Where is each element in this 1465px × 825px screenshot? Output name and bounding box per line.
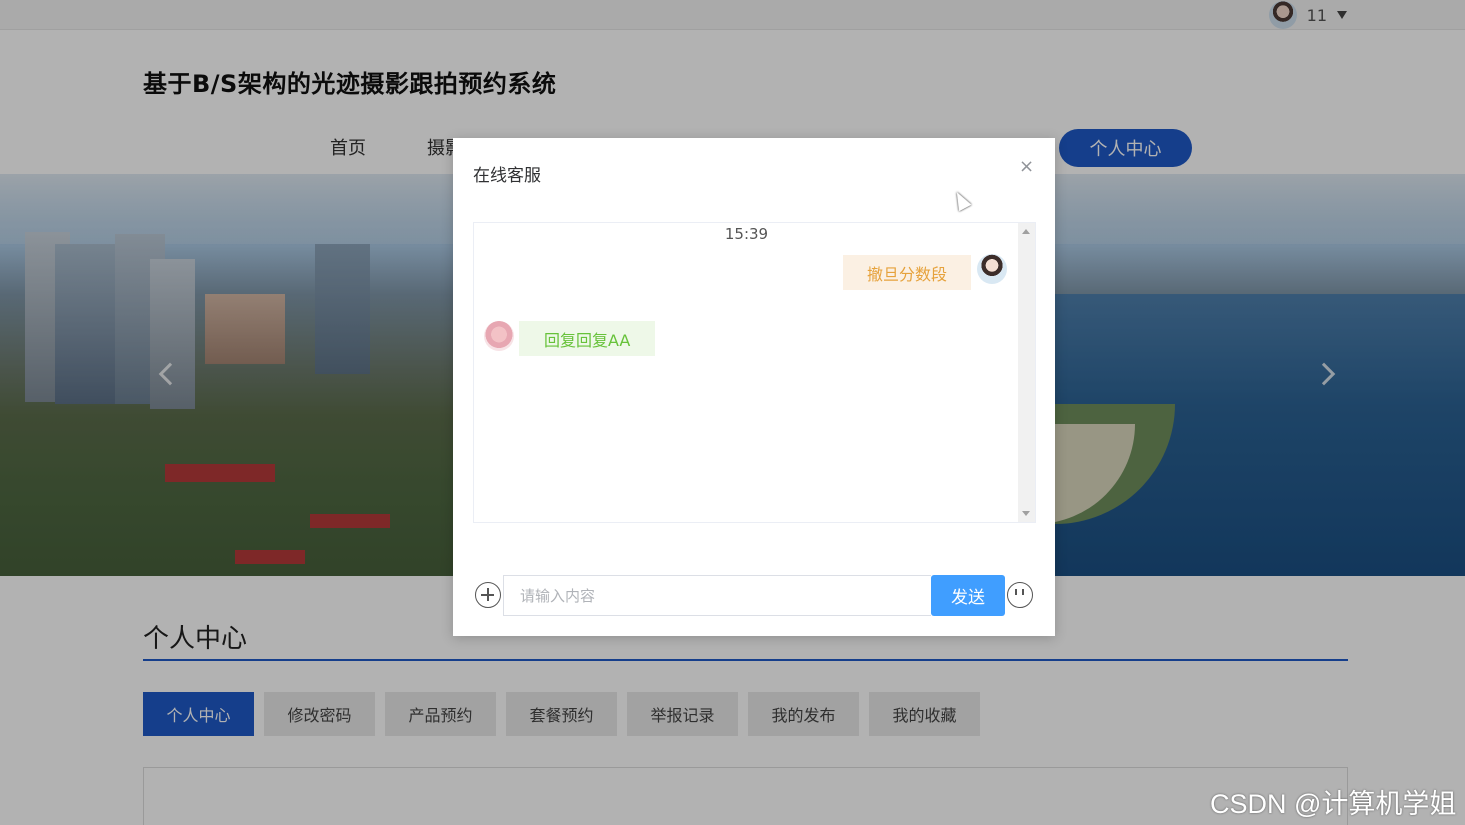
scroll-down-icon[interactable] (1022, 511, 1030, 516)
close-icon[interactable]: × (1019, 156, 1034, 177)
chat-timestamp: 15:39 (724, 225, 769, 243)
message-bubble-service: 回复回复AA (519, 321, 656, 356)
scroll-up-icon[interactable] (1022, 229, 1030, 234)
message-input-row: 发送 (473, 575, 1037, 616)
chat-scrollbar[interactable] (1018, 223, 1035, 522)
online-service-dialog: 在线客服 × 15:39 撤旦分数段 回复回复AA 发送 (453, 138, 1055, 636)
message-input[interactable] (503, 575, 931, 616)
chat-history[interactable]: 15:39 撤旦分数段 回复回复AA (473, 222, 1036, 523)
message-bubble-me: 撤旦分数段 (843, 255, 972, 290)
service-avatar-icon (484, 321, 514, 351)
watermark: CSDN @计算机学姐 (1210, 789, 1457, 819)
dialog-title: 在线客服 (473, 166, 541, 186)
send-button[interactable]: 发送 (931, 575, 1005, 616)
emoji-icon[interactable] (1007, 582, 1033, 608)
plus-circle-icon[interactable] (475, 582, 501, 608)
my-avatar-icon (977, 254, 1007, 284)
